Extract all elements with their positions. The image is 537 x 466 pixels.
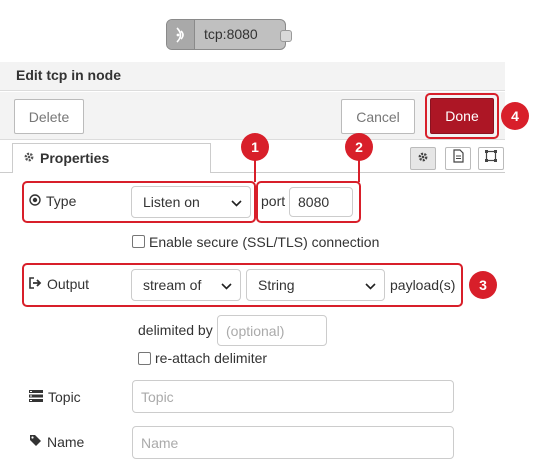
topic-label: Topic xyxy=(29,389,81,405)
tab-properties-label: Properties xyxy=(40,150,110,166)
node-label: tcp:8080 xyxy=(204,26,258,42)
name-label-text: Name xyxy=(47,434,85,450)
name-input[interactable]: Name xyxy=(132,426,454,459)
secure-label: Enable secure (SSL/TLS) connection xyxy=(149,234,380,250)
tcp-in-node[interactable]: tcp:8080 xyxy=(166,19,292,50)
gear-icon xyxy=(23,150,35,173)
tab-settings-button[interactable] xyxy=(410,147,436,170)
tab-properties[interactable]: Properties xyxy=(12,143,211,173)
name-placeholder: Name xyxy=(141,434,179,451)
frame-icon xyxy=(484,149,498,168)
delimiter-placeholder: (optional) xyxy=(226,322,285,339)
delete-button[interactable]: Delete xyxy=(14,99,84,134)
callout-badge-1: 1 xyxy=(241,133,269,161)
callout-line-2 xyxy=(358,160,360,182)
tray-title: Edit tcp in node xyxy=(0,62,505,91)
cancel-button[interactable]: Cancel xyxy=(341,99,415,134)
callout-badge-4: 4 xyxy=(501,102,529,130)
gear-icon xyxy=(417,150,429,168)
highlight-port xyxy=(256,181,361,223)
callout-badge-2: 2 xyxy=(345,133,373,161)
secure-checkbox[interactable] xyxy=(132,235,145,248)
callout-line-1 xyxy=(254,160,256,182)
highlight-output xyxy=(22,263,463,307)
reattach-label: re-attach delimiter xyxy=(155,350,268,366)
tab-appearance-button[interactable] xyxy=(478,147,504,170)
delimiter-input[interactable]: (optional) xyxy=(217,315,327,346)
name-label: Name xyxy=(29,434,84,450)
bridge-icon xyxy=(167,20,195,49)
highlight-type xyxy=(22,181,256,223)
document-icon xyxy=(452,149,464,168)
delimited-label: delimited by xyxy=(138,322,213,338)
tasks-icon xyxy=(29,389,43,405)
tab-description-button[interactable] xyxy=(445,147,471,170)
highlight-done xyxy=(425,93,499,139)
topic-placeholder: Topic xyxy=(141,388,174,405)
reattach-checkbox[interactable] xyxy=(138,352,151,365)
topic-input[interactable]: Topic xyxy=(132,380,454,413)
callout-badge-3: 3 xyxy=(469,271,497,299)
topic-label-text: Topic xyxy=(48,389,81,405)
node-output-port[interactable] xyxy=(280,30,292,42)
tag-icon xyxy=(29,434,42,450)
